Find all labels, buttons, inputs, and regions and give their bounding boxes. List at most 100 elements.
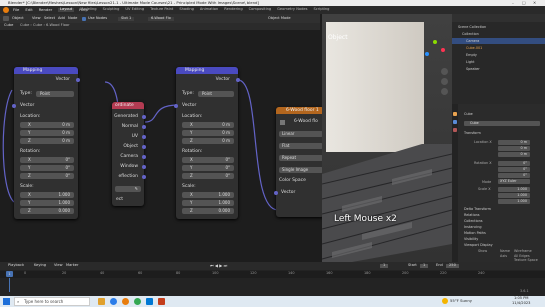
source-select[interactable]: Single Image <box>279 167 323 173</box>
app-icon[interactable] <box>158 298 165 305</box>
outliner-item-camera[interactable]: Camera <box>466 39 479 43</box>
blender-logo-icon[interactable] <box>3 7 9 13</box>
view-menu[interactable]: View <box>54 263 63 268</box>
mapping-1-scl-x[interactable]: X 1.000 <box>20 192 74 198</box>
edge-icon[interactable] <box>110 298 117 305</box>
use-nodes-checkbox[interactable] <box>82 17 86 21</box>
playhead[interactable]: 1 <box>6 271 13 277</box>
chrome-icon[interactable] <box>134 298 141 305</box>
scale-z-field[interactable]: 1.000 <box>498 199 530 204</box>
outliner-scene-collection[interactable]: Scene Collection <box>458 25 486 29</box>
store-icon[interactable] <box>146 298 153 305</box>
breadcrumb-material[interactable]: 6-Wood Floor <box>46 23 70 27</box>
tab-compositing[interactable]: Compositing <box>249 7 272 12</box>
location-x-field[interactable]: 0 m <box>498 140 530 145</box>
gizmo-z-icon[interactable] <box>425 52 429 56</box>
outliner-item-cube[interactable]: Cube.001 <box>466 46 482 50</box>
rotation-z-field[interactable]: 0° <box>498 173 530 178</box>
location-z-field[interactable]: 0 m <box>498 152 530 157</box>
mapping-1-loc-y[interactable]: Y 0 m <box>20 130 74 136</box>
mapping-node-1[interactable]: Mapping Vector Type: Point Vector Locati… <box>12 67 80 219</box>
mapping-1-rot-z[interactable]: Z 0° <box>20 173 74 179</box>
tab-shading[interactable]: Shading <box>179 7 194 12</box>
outliner-item-speaker[interactable]: Speaker <box>466 67 480 71</box>
viewport-mode-select[interactable]: Object Mode <box>268 16 291 21</box>
tab-uv-editing[interactable]: UV Editing <box>125 7 144 12</box>
texture-coordinate-header[interactable]: ordinate <box>112 102 144 109</box>
mapping-1-rot-x[interactable]: X 0° <box>20 157 74 163</box>
navigation-gizmo[interactable] <box>425 40 445 60</box>
show-name-checkbox[interactable]: Name <box>500 249 510 253</box>
tab-animation[interactable]: Animation <box>200 7 218 12</box>
imgtex-vector-in-socket[interactable] <box>274 191 278 195</box>
mapping-2-rot-x[interactable]: X 0° <box>182 157 234 163</box>
texcoord-generated-socket[interactable] <box>142 115 146 119</box>
menu-node[interactable]: Node <box>68 16 77 21</box>
editor-type-icon[interactable] <box>3 16 9 21</box>
show-axis-checkbox[interactable]: Axis <box>500 254 507 258</box>
scale-y-field[interactable]: 1.000 <box>498 193 530 198</box>
menu-add[interactable]: Add <box>58 16 65 21</box>
outliner-item-light[interactable]: Light <box>466 60 474 64</box>
camera-view-icon[interactable] <box>441 88 448 95</box>
blender-taskbar-icon[interactable] <box>122 298 129 305</box>
shader-type-select[interactable]: Object <box>12 16 24 21</box>
mapping-2-loc-x[interactable]: X 0 m <box>182 122 234 128</box>
material-select[interactable]: 6-Wood Flo <box>148 16 174 21</box>
rotation-x-field[interactable]: 0° <box>498 161 530 166</box>
breadcrumb-mesh[interactable]: Cube <box>33 23 42 27</box>
relations-section[interactable]: Relations <box>464 213 480 217</box>
zoom-icon[interactable] <box>441 68 448 75</box>
show-wireframe-checkbox[interactable]: Wireframe <box>514 249 532 253</box>
eyedropper-icon[interactable]: ✎ <box>135 186 138 192</box>
taskbar-search-box[interactable]: ⌕ Type here to search <box>14 297 90 306</box>
mapping-2-scl-x[interactable]: X 1.000 <box>182 192 234 198</box>
close-icon[interactable]: ✕ <box>533 1 536 5</box>
gizmo-x-icon[interactable] <box>441 48 445 52</box>
visibility-section[interactable]: Visibility <box>464 237 478 241</box>
tab-texture-paint[interactable]: Texture Paint <box>150 7 173 12</box>
mapping-node-2-header[interactable]: Mapping <box>176 67 238 74</box>
texcoord-object-socket[interactable] <box>142 145 146 149</box>
texcoord-normal-socket[interactable] <box>142 125 146 129</box>
texcoord-reflection-socket[interactable] <box>142 175 146 179</box>
mapping-1-vector-in-socket[interactable] <box>12 104 16 108</box>
texcoord-object-field[interactable]: ✎ <box>115 186 141 192</box>
scale-x-field[interactable]: 1.000 <box>498 187 530 192</box>
image-name[interactable]: 6-Wood flo <box>294 119 318 125</box>
mapping-1-loc-x[interactable]: X 0 m <box>20 122 74 128</box>
mapping-2-vector-out-socket[interactable] <box>236 78 240 82</box>
mapping-node-2[interactable]: Mapping Vector Type: Point Vector Locati… <box>174 67 240 219</box>
keying-menu[interactable]: Keying <box>34 263 46 268</box>
mapping-2-rot-z[interactable]: Z 0° <box>182 173 234 179</box>
mapping-2-scl-y[interactable]: Y 1.000 <box>182 200 234 206</box>
breadcrumb-object[interactable]: Cube <box>20 23 29 27</box>
tab-layout[interactable]: Layout <box>58 7 75 12</box>
clock-date[interactable]: 11/4/2023 <box>512 301 530 306</box>
node-editor-canvas[interactable]: Mapping Vector Type: Point Vector Locati… <box>0 30 324 262</box>
mapping-1-rot-y[interactable]: Y 0° <box>20 165 74 171</box>
material-tab-icon[interactable] <box>453 128 457 132</box>
mapping-2-rot-y[interactable]: Y 0° <box>182 165 234 171</box>
mapping-2-type-select[interactable]: Point <box>198 91 234 97</box>
3d-viewport[interactable]: Object Left Mouse x2 <box>322 14 452 262</box>
location-y-field[interactable]: 0 m <box>498 146 530 151</box>
rotation-y-field[interactable]: 0° <box>498 167 530 172</box>
menu-view[interactable]: View <box>32 16 41 21</box>
pan-icon[interactable] <box>441 78 448 85</box>
delta-transform-section[interactable]: Delta Transform <box>464 207 491 211</box>
object-name-field[interactable]: Cube <box>464 121 540 126</box>
instancing-section[interactable]: Instancing <box>464 225 482 229</box>
maximize-icon[interactable]: □ <box>522 1 526 5</box>
marker-menu[interactable]: Marker <box>66 263 78 268</box>
viewport-display-section[interactable]: Viewport Display <box>464 243 493 247</box>
mapping-node-1-header[interactable]: Mapping <box>14 67 78 74</box>
object-properties-tab-icon[interactable] <box>453 112 457 116</box>
playback-menu[interactable]: Playback <box>8 263 24 268</box>
colorspace-label[interactable]: Color Space <box>279 178 306 184</box>
weather-sun-icon[interactable] <box>442 298 448 304</box>
menu-render[interactable]: Render <box>39 8 53 12</box>
interpolation-select[interactable]: Linear <box>279 131 323 137</box>
tab-modeling[interactable]: Modeling <box>80 7 96 12</box>
collections-section[interactable]: Collections <box>464 219 483 223</box>
